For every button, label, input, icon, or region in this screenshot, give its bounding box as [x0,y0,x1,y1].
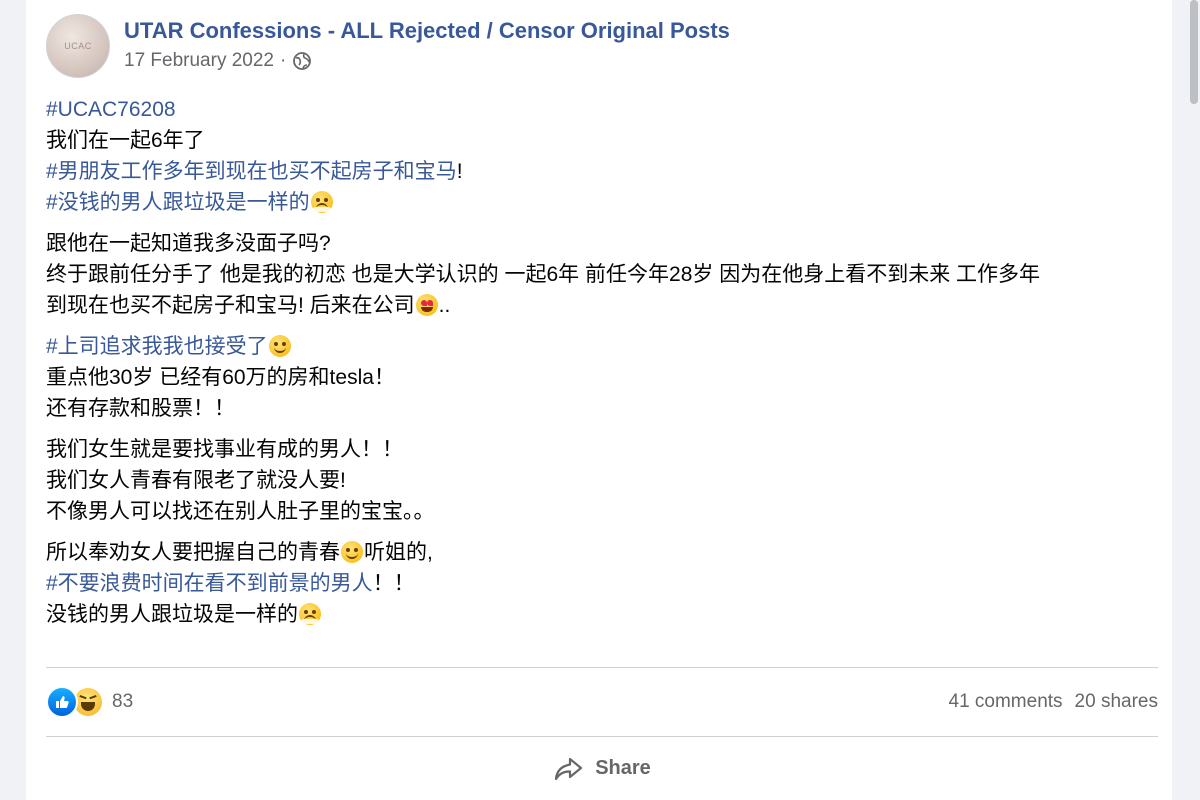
post-text-fragment: ！！ [372,572,415,595]
post-text-line: 所以奉劝女人要把握自己的青春 听姐的, [46,537,1166,568]
post-date[interactable]: 17 February 2022 [124,50,274,72]
paragraph-5: 所以奉劝女人要把握自己的青春 听姐的, #不要浪费时间在看不到前景的男人！！ 没钱… [46,537,1166,630]
post-text-line: #上司追求我我也接受了 [46,331,1166,362]
post-text-line: 没钱的男人跟垃圾是一样的 [46,599,1166,630]
post-stats: 83 41 comments 20 shares [46,684,1158,720]
share-arrow-icon [553,756,583,782]
reaction-count[interactable]: 83 [112,691,133,713]
engagement-counts: 41 comments 20 shares [949,691,1159,713]
post-card: UCAC UTAR Confessions - ALL Rejected / C… [26,0,1172,800]
meta-separator: · [280,50,287,71]
post-text-line: 到现在也买不起房子和宝马! 后来在公司.. [46,290,1166,321]
post-text-line: #男朋友工作多年到现在也买不起房子和宝马! [46,156,1166,187]
post-text-line: #不要浪费时间在看不到前景的男人！！ [46,568,1166,599]
reaction-summary[interactable]: 83 [46,686,133,718]
hashtag-post-id[interactable]: #UCAC76208 [46,94,1166,125]
post-text-line: 我们在一起6年了 [46,129,205,152]
shares-count-link[interactable]: 20 shares [1075,691,1158,713]
globe-icon[interactable] [292,51,312,71]
paragraph-2: 跟他在一起知道我多没面子吗? 终于跟前任分手了 他是我的初恋 也是大学认识的 一… [46,228,1166,321]
hashtag-dont-waste-time[interactable]: #不要浪费时间在看不到前景的男人 [46,572,373,595]
post-text-line: 不像男人可以找还在别人肚子里的宝宝。。 [46,500,435,523]
post-text-fragment: 所以奉劝女人要把握自己的青春 [46,541,340,564]
post-text-fragment: 到现在也买不起房子和宝马! 后来在公司 [46,294,415,317]
post-text-line: 我们女生就是要找事业有成的男人！！ [46,438,403,461]
post-text-fragment: ! [456,160,463,183]
avatar-label: UCAC [64,41,92,51]
face-with-steam-icon [310,191,333,213]
share-label: Share [595,757,651,779]
paragraph-4: 我们女生就是要找事业有成的男人！！ 我们女人青春有限老了就没人要! 不像男人可以… [46,434,1166,527]
post-text-fragment: 听姐的, [364,541,433,564]
post-text-line: 我们女人青春有限老了就没人要! [46,469,346,492]
post-text-line: 重点他30岁 已经有60万的房和tesla！ [46,366,395,389]
share-button[interactable]: Share [537,750,667,788]
hashtag-boyfriend[interactable]: #男朋友工作多年到现在也买不起房子和宝马 [46,160,457,183]
post-text-line: 跟他在一起知道我多没面子吗? [46,232,331,255]
hashtag-no-money[interactable]: #没钱的男人跟垃圾是一样的 [46,191,310,214]
face-with-steam-icon [299,603,321,625]
post-actions: Share [46,737,1158,800]
scrollbar[interactable] [1188,0,1200,800]
page-avatar[interactable]: UCAC [46,14,110,78]
page-name-link[interactable]: UTAR Confessions - ALL Rejected / Censor… [124,18,730,44]
scrollbar-thumb[interactable] [1190,0,1198,104]
comments-count-link[interactable]: 41 comments [949,691,1063,713]
smiling-face-icon [341,541,363,563]
paragraph-1: #UCAC76208 我们在一起6年了 #男朋友工作多年到现在也买不起房子和宝马… [46,94,1166,218]
post-header: UCAC UTAR Confessions - ALL Rejected / C… [46,14,730,78]
post-meta: 17 February 2022 · [124,50,730,72]
smiling-face-icon [268,335,291,357]
heart-eyes-icon [415,294,438,316]
post-text-line: 还有存款和股票！！ [46,397,235,420]
like-icon [46,686,78,718]
divider [46,667,1158,668]
post-header-text: UTAR Confessions - ALL Rejected / Censor… [124,14,730,78]
post-body: #UCAC76208 我们在一起6年了 #男朋友工作多年到现在也买不起房子和宝马… [46,94,1166,640]
post-text-line: #没钱的男人跟垃圾是一样的 [46,187,1166,218]
post-text-line: 终于跟前任分手了 他是我的初恋 也是大学认识的 一起6年 前任今年28岁 因为在… [46,263,1041,286]
paragraph-3: #上司追求我我也接受了 重点他30岁 已经有60万的房和tesla！ 还有存款和… [46,331,1166,424]
post-text-fragment: 没钱的男人跟垃圾是一样的 [46,603,298,626]
hashtag-boss[interactable]: #上司追求我我也接受了 [46,335,268,358]
post-text-fragment: .. [438,294,451,317]
